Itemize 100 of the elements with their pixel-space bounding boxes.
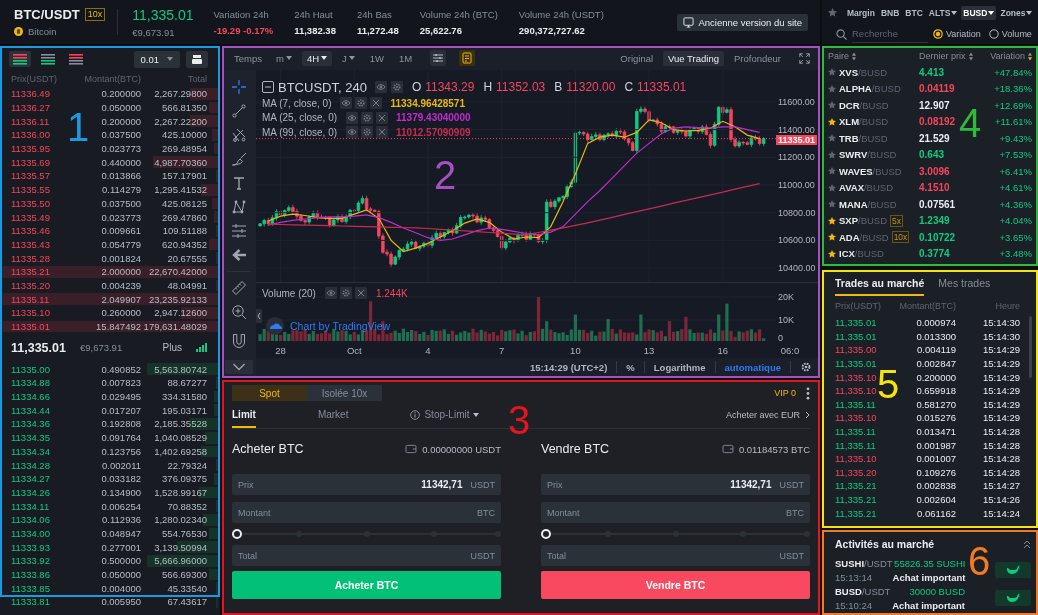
note-icon[interactable] [459, 50, 476, 66]
precision-dropdown[interactable]: 0.01 [133, 50, 180, 68]
star-icon[interactable] [828, 68, 836, 77]
trade-price: 11,335.10 [835, 385, 877, 397]
input-field[interactable]: Total USDT [541, 545, 810, 566]
gear-icon[interactable] [339, 287, 352, 299]
collapse-icon[interactable] [262, 81, 274, 93]
buy-with-link[interactable]: Acheter avec EUR [725, 409, 810, 420]
view-tab[interactable]: Vue Trading [663, 50, 724, 66]
category-tab[interactable]: Margin [845, 5, 877, 20]
order-total: 4,987.70360 [154, 156, 207, 168]
star-icon[interactable] [828, 101, 836, 110]
interval-button[interactable]: 1W [364, 50, 390, 66]
slider-track[interactable] [541, 529, 810, 539]
category-tab[interactable]: BTC [903, 5, 925, 20]
mode-tab[interactable]: Isolée 10x [307, 385, 382, 401]
scale-option[interactable]: automatique [724, 361, 781, 373]
input-field[interactable]: Total USDT [232, 545, 501, 566]
order-type-tab[interactable]: Stop-Limit [410, 401, 480, 428]
order-amount: 0.091764 [101, 432, 141, 444]
whale-button[interactable] [995, 562, 1031, 578]
bid-price: 11334.34 [11, 445, 50, 457]
star-icon[interactable] [828, 249, 836, 258]
order-type-tab[interactable]: Limit [232, 401, 256, 428]
field-label: Prix [547, 479, 563, 490]
star-icon[interactable] [828, 167, 836, 176]
input-field[interactable]: Prix 11342,71 USDT [541, 474, 810, 495]
interval-button[interactable]: 4H [301, 50, 333, 66]
star-icon[interactable] [828, 8, 837, 17]
input-field[interactable]: Prix 11342,71 USDT [232, 474, 501, 495]
price-tick: 10800.00 [778, 207, 816, 218]
star-icon[interactable] [828, 134, 836, 143]
crosshair-icon[interactable] [231, 79, 247, 95]
indicator-settings-icon[interactable] [430, 50, 447, 66]
chevron-down-icon[interactable] [225, 360, 253, 374]
trades-tab[interactable]: Mes trades [938, 277, 991, 296]
interval-button[interactable]: m [271, 50, 297, 66]
trade-amount: 0.002847 [916, 358, 956, 370]
eye-icon[interactable] [374, 81, 387, 93]
settings-icon[interactable] [800, 361, 812, 373]
view-tab[interactable]: Original [615, 50, 659, 66]
both-sides-icon[interactable] [9, 51, 31, 67]
magnet-icon[interactable] [231, 333, 247, 349]
search-field[interactable]: Recherche [852, 25, 928, 43]
scrollbar[interactable] [1029, 316, 1032, 378]
order-total: 195.03171 [162, 404, 207, 416]
star-icon[interactable] [828, 117, 836, 126]
old-site-button[interactable]: Ancienne version du site [677, 13, 808, 31]
scale-option[interactable]: % [626, 361, 635, 373]
fullscreen-icon[interactable] [799, 52, 810, 64]
category-tab[interactable]: BUSD [961, 5, 997, 20]
gear-icon[interactable] [390, 81, 403, 93]
interval-button[interactable]: 1M [394, 50, 418, 66]
more-icon[interactable] [806, 386, 810, 400]
category-tab[interactable]: ALTS [926, 5, 960, 20]
column-header[interactable]: Paire [828, 51, 856, 61]
star-icon[interactable] [828, 233, 836, 242]
more-link[interactable]: Plus [162, 342, 182, 354]
star-icon[interactable] [828, 200, 836, 209]
coin-icon [14, 27, 23, 36]
pitchfork-icon[interactable] [231, 127, 247, 143]
column-header[interactable]: Dernier prix [919, 51, 973, 61]
trades-tab[interactable]: Trades au marché [835, 277, 925, 296]
price-tick: 11200.00 [778, 152, 815, 163]
star-icon[interactable] [828, 216, 836, 225]
sliders-icon[interactable] [231, 223, 247, 239]
text-icon[interactable] [231, 175, 247, 191]
close-icon[interactable] [354, 287, 367, 299]
mode-tab[interactable]: Spot [232, 385, 307, 401]
column-header[interactable]: Variation [990, 51, 1032, 61]
order-type-tab[interactable]: Market [317, 401, 349, 428]
arrow-left-icon[interactable] [231, 247, 247, 263]
category-tab[interactable]: BNB [878, 5, 902, 20]
sort-radio[interactable]: Volume [988, 29, 1032, 39]
slider-track[interactable] [232, 529, 501, 539]
input-field[interactable]: Montant BTC [541, 502, 810, 523]
sort-radio[interactable]: Variation [933, 29, 981, 39]
scale-option[interactable]: Logarithme [653, 361, 706, 373]
trend-line-icon[interactable] [231, 103, 247, 119]
tray-icon[interactable] [186, 50, 208, 68]
star-icon[interactable] [828, 150, 836, 159]
view-tab[interactable]: Profondeur [729, 50, 786, 66]
bid-price: 11334.28 [11, 459, 50, 471]
pattern-icon[interactable] [231, 199, 247, 215]
input-field[interactable]: Montant BTC [232, 502, 501, 523]
slider-thumb[interactable] [541, 529, 551, 539]
time-tick: 10 [570, 345, 581, 356]
leverage-badge: 5x [890, 214, 904, 227]
order-total: 425.08125 [162, 197, 207, 209]
category-tab[interactable]: Zones [998, 5, 1035, 20]
eye-icon[interactable] [324, 287, 337, 299]
ruler-icon[interactable] [231, 280, 247, 296]
brush-icon[interactable] [231, 151, 247, 167]
star-icon[interactable] [828, 183, 836, 192]
interval-button[interactable]: J [337, 50, 360, 66]
whale-button[interactable] [995, 590, 1031, 606]
zoom-in-icon[interactable] [231, 304, 247, 320]
slider-thumb[interactable] [232, 529, 242, 539]
chevrons-up-icon[interactable] [1023, 539, 1031, 549]
star-icon[interactable] [828, 84, 836, 93]
